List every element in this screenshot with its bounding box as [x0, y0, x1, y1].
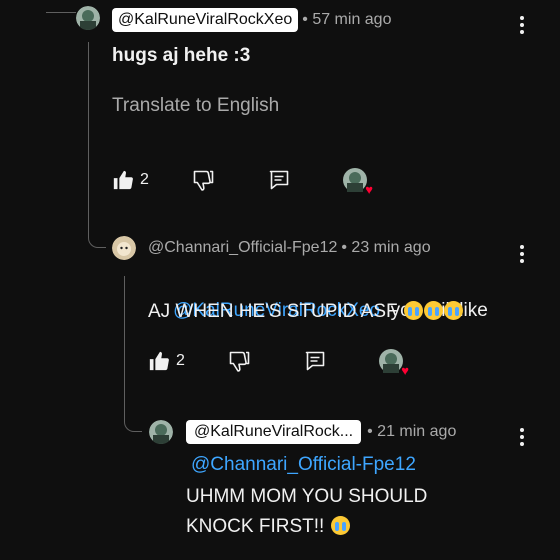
thread-line — [124, 276, 142, 432]
thumbs-up-icon — [149, 351, 169, 371]
creator-avatar-icon — [342, 168, 367, 192]
thread-line — [88, 42, 106, 248]
creator-avatar-icon — [378, 349, 403, 373]
creator-heart: ♥ — [342, 168, 373, 196]
comment-text-line: AJ WHEN HE'S STUPID ASF — [148, 301, 398, 322]
dislike-button[interactable] — [227, 349, 251, 373]
more-options-icon[interactable] — [517, 14, 527, 36]
crying-emoji-icon — [403, 301, 423, 320]
comment-text: @Channari_Official-Fpe12 — [191, 449, 416, 480]
crying-emoji-icon — [423, 301, 443, 320]
reply-button[interactable] — [267, 168, 291, 192]
thumbs-down-icon — [229, 351, 250, 372]
comment-timestamp: • 57 min ago — [302, 11, 392, 28]
crying-emoji-icon — [443, 301, 463, 320]
comment-timestamp: • 21 min ago — [367, 423, 457, 440]
reply-button[interactable] — [303, 349, 327, 373]
like-count: 2 — [176, 352, 185, 369]
heart-icon: ♥ — [365, 182, 373, 197]
heart-icon: ♥ — [401, 363, 409, 378]
comment-author[interactable]: @Channari_Official-Fpe12 — [148, 239, 337, 257]
avatar[interactable] — [149, 420, 173, 444]
translate-link[interactable]: Translate to English — [112, 95, 279, 117]
mention-link[interactable]: @Channari_Official-Fpe12 — [191, 454, 416, 475]
like-count: 2 — [140, 171, 149, 188]
comment-text: UHMM MOM YOU SHOULD — [186, 481, 427, 512]
comment-text-line: UHMM MOM YOU SHOULD — [186, 486, 428, 507]
comment-author[interactable]: @KalRuneViralRockXeo — [112, 8, 299, 32]
thread-line — [46, 12, 76, 13]
more-options-icon[interactable] — [517, 243, 527, 265]
like-button[interactable]: 2 — [112, 169, 149, 191]
thumbs-down-icon — [193, 170, 214, 191]
dislike-button[interactable] — [191, 168, 215, 192]
creator-heart: ♥ — [378, 349, 409, 377]
avatar[interactable] — [76, 6, 100, 30]
comment-text: AJ WHEN HE'S STUPID ASF — [148, 296, 463, 327]
comment-text: hugs aj hehe :3 — [112, 45, 251, 66]
more-options-icon[interactable] — [517, 426, 527, 448]
avatar[interactable] — [112, 236, 136, 260]
like-button[interactable]: 2 — [148, 350, 185, 372]
comment-timestamp: • 23 min ago — [341, 239, 431, 256]
comment-text: KNOCK FIRST!! — [186, 511, 350, 542]
reply-icon — [305, 351, 325, 371]
comment-author[interactable]: @KalRuneViralRock... — [186, 420, 362, 444]
comment-text-line: KNOCK FIRST!! — [186, 516, 325, 537]
crying-emoji-icon — [330, 516, 350, 535]
reply-icon — [269, 170, 289, 190]
thumbs-up-icon — [113, 170, 133, 190]
